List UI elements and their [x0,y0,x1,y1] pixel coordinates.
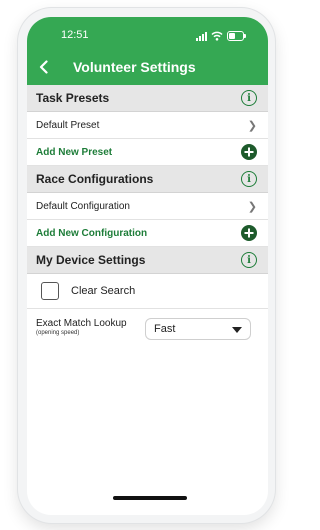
lookup-label: Exact Match Lookup [36,318,127,329]
chevron-right-icon: ❯ [247,200,257,213]
status-icons [196,30,246,42]
back-chevron-icon[interactable] [39,55,53,79]
list-item-default-configuration[interactable]: Default Configuration ❯ [27,193,268,220]
select-value: Fast [154,323,176,335]
add-label: Add New Configuration [36,227,148,239]
caret-down-icon [232,327,242,333]
nav-bar: Volunteer Settings [27,55,268,79]
add-new-preset-button[interactable]: Add New Preset [27,139,268,166]
section-title: Task Presets [36,91,110,105]
list-item-label: Default Preset [36,119,100,131]
signal-icon [196,31,207,41]
section-title: Race Configurations [36,172,154,186]
status-bar: 12:51 [27,29,268,45]
lookup-sublabel: (opening speed) [36,330,80,336]
list-item-default-preset[interactable]: Default Preset ❯ [27,112,268,139]
lookup-speed-select[interactable]: Fast [145,318,251,340]
info-icon[interactable]: i [241,90,257,106]
plus-circle-icon[interactable] [241,225,257,241]
clear-search-row[interactable]: Clear Search [27,274,268,309]
clear-search-checkbox[interactable] [41,282,59,300]
app-screen: 12:51 Volunteer Settings Task Presets i … [27,17,268,515]
section-task-presets: Task Presets i [27,85,268,112]
add-label: Add New Preset [36,146,113,158]
battery-icon [227,31,246,41]
clear-search-label: Clear Search [71,285,136,297]
app-header: 12:51 Volunteer Settings [27,17,268,85]
exact-match-lookup-row: Exact Match Lookup (opening speed) Fast [27,309,268,349]
section-race-configurations: Race Configurations i [27,166,268,193]
info-icon[interactable]: i [241,252,257,268]
status-time: 12:51 [61,29,89,41]
info-icon[interactable]: i [241,171,257,187]
wifi-icon [211,31,223,41]
section-device-settings: My Device Settings i [27,247,268,274]
section-title: My Device Settings [36,253,146,267]
page-title: Volunteer Settings [73,59,196,75]
home-indicator[interactable] [113,496,187,500]
chevron-right-icon: ❯ [247,119,257,132]
add-new-configuration-button[interactable]: Add New Configuration [27,220,268,247]
plus-circle-icon[interactable] [241,144,257,160]
list-item-label: Default Configuration [36,200,130,212]
